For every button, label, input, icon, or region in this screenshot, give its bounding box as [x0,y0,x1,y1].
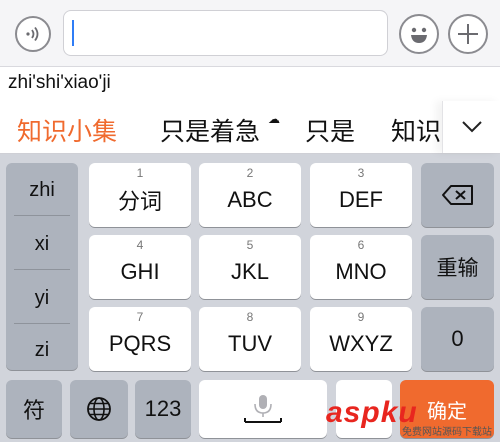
key-label: 分词 [117,189,162,214]
key-7[interactable]: 7 PQRS [89,307,191,371]
cloud-icon: ☁ [268,112,280,126]
space-key[interactable] [199,380,327,438]
chevron-down-icon [462,121,482,133]
voice-icon [26,26,39,42]
more-functions-button[interactable] [448,14,488,54]
message-text-field[interactable] [63,10,388,56]
pinyin-option[interactable]: zhi [6,165,78,215]
key-5[interactable]: 5 JKL [199,235,301,299]
candidate-word[interactable]: 知识小集 [17,112,117,148]
voice-input-button[interactable] [15,16,51,52]
numbers-key[interactable]: 123 [135,380,191,438]
key-4[interactable]: 4 GHI [89,235,191,299]
key-2[interactable]: 2 ABC [199,163,301,227]
key-number: 1 [136,166,144,180]
globe-icon [87,397,111,421]
key-8[interactable]: 8 TUV [199,307,301,371]
divider [14,215,70,216]
candidate-word[interactable]: 只是 [305,112,355,148]
key-label: PQRS [108,331,172,356]
key-label: MNO [335,259,387,284]
key-9[interactable]: 9 WXYZ [310,307,412,371]
microphone-icon [244,395,282,423]
divider [14,323,70,324]
key-label: JKL [231,259,269,284]
key-label: WXYZ [329,331,393,356]
pinyin-option[interactable]: yi [6,273,78,323]
key-number: 6 [357,238,365,252]
pinyin-option[interactable]: xi [6,219,78,269]
plus-icon [458,24,478,44]
pinyin-composition-text: zhi'shi'xiao'ji [8,72,111,93]
key-1[interactable]: 1 分词 [89,163,191,227]
backspace-icon [441,185,473,205]
key-label: ABC [227,187,273,212]
globe-key[interactable] [70,380,128,438]
key-label: TUV [228,331,272,356]
key-6[interactable]: 6 MNO [310,235,412,299]
retype-key[interactable]: 重输 [421,235,494,299]
key-number: 4 [136,238,144,252]
key-number: 2 [246,166,254,180]
symbols-key[interactable]: 符 [6,380,62,438]
key-number: 8 [246,310,254,324]
key-label: 123 [144,396,182,421]
pinyin-options-list: zhi xi yi zi [6,163,78,370]
text-caret [72,20,74,46]
emoji-button[interactable] [399,14,439,54]
key-3[interactable]: 3 DEF [310,163,412,227]
key-number: 3 [357,166,365,180]
smiley-icon [411,27,427,43]
divider [14,269,70,270]
key-0[interactable]: 0 [421,307,494,371]
expand-candidates-button[interactable] [442,101,500,153]
key-label: DEF [339,187,383,212]
key-number: 9 [357,310,365,324]
site-watermark: aspku 免费网站源码下载站 [326,396,494,438]
candidate-word[interactable]: 知识 [391,112,441,148]
watermark-subtitle: 免费网站源码下载站 [402,427,492,438]
key-label: 0 [451,326,464,351]
key-label: 符 [22,398,45,423]
backspace-key[interactable] [421,163,494,227]
key-number: 5 [246,238,254,252]
pinyin-option[interactable]: zi [6,325,78,375]
key-number: 7 [136,310,144,324]
key-label: GHI [120,259,160,284]
key-label: 重输 [436,257,479,280]
candidate-word[interactable]: 只是着急 [160,112,260,148]
